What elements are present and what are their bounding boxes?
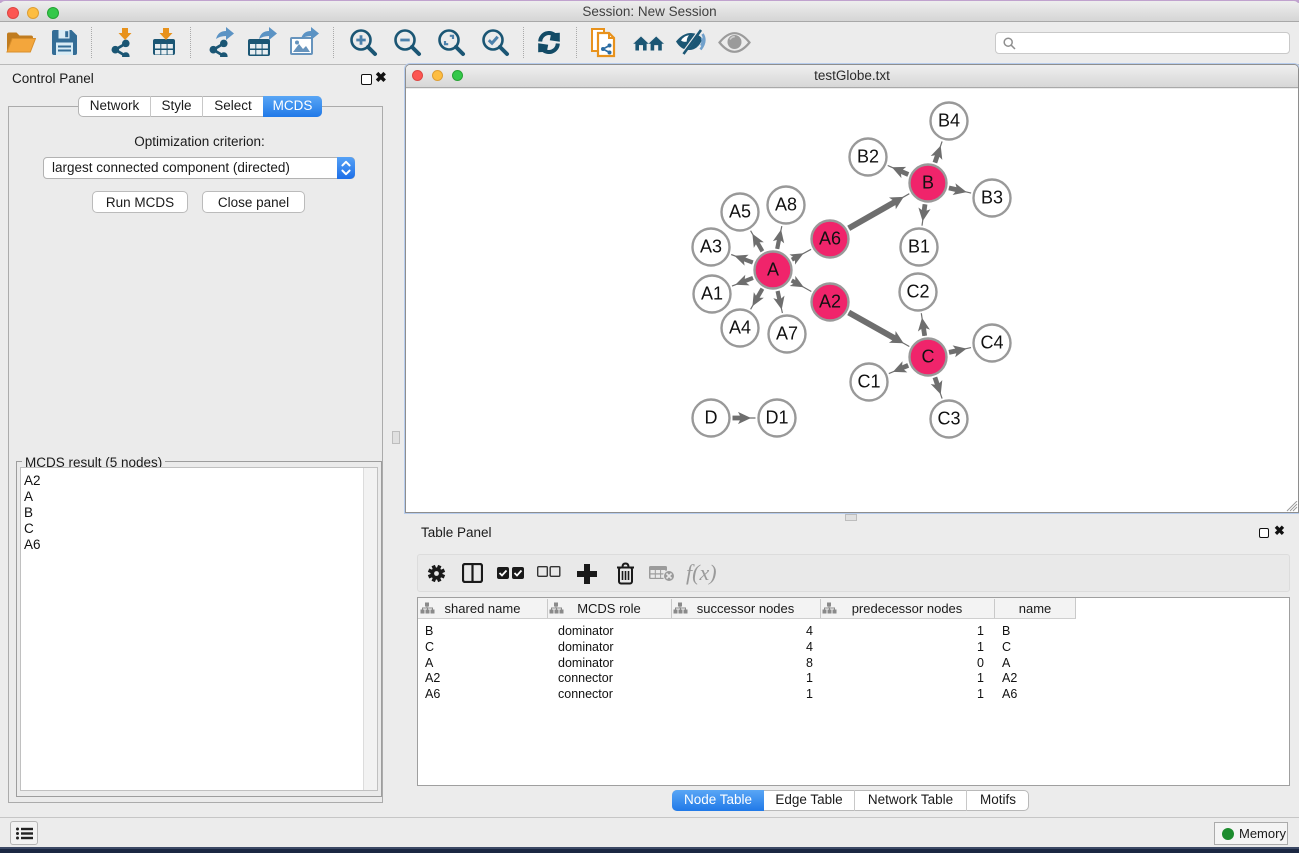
svg-text:A5: A5 xyxy=(729,202,751,222)
svg-text:B3: B3 xyxy=(981,188,1003,208)
svg-text:A8: A8 xyxy=(775,195,797,215)
svg-text:C3: C3 xyxy=(937,409,960,429)
svg-text:A: A xyxy=(767,260,779,280)
svg-text:D1: D1 xyxy=(765,408,788,428)
svg-text:D: D xyxy=(705,408,718,428)
svg-text:A7: A7 xyxy=(776,324,798,344)
svg-text:B4: B4 xyxy=(938,111,960,131)
svg-text:A3: A3 xyxy=(700,237,722,257)
svg-text:A6: A6 xyxy=(819,229,841,249)
svg-text:A4: A4 xyxy=(729,318,751,338)
svg-text:B: B xyxy=(922,173,934,193)
svg-text:A1: A1 xyxy=(701,284,723,304)
svg-text:B1: B1 xyxy=(908,237,930,257)
svg-text:B2: B2 xyxy=(857,147,879,167)
svg-text:C: C xyxy=(922,347,935,367)
svg-text:A2: A2 xyxy=(819,292,841,312)
svg-text:C2: C2 xyxy=(906,282,929,302)
svg-text:C4: C4 xyxy=(980,333,1003,353)
svg-text:C1: C1 xyxy=(857,372,880,392)
